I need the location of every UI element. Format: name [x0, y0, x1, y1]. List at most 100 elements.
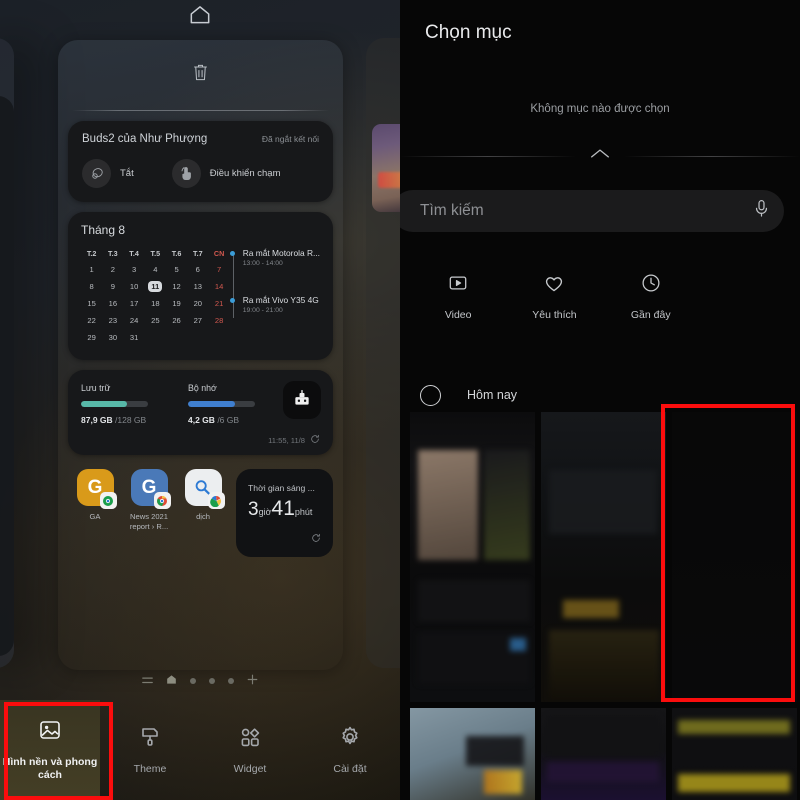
media-thumbnail[interactable]	[410, 708, 535, 800]
refresh-icon[interactable]	[311, 530, 321, 548]
calendar-day[interactable]: 11	[145, 278, 166, 295]
calendar-day[interactable]: 15	[81, 295, 102, 312]
storage-footer: 11:55, 11/8	[81, 434, 320, 446]
storage-widget[interactable]: Lưu trữ 87,9 GB /128 GB Bộ nhớ 4,2 GB /6…	[68, 370, 333, 455]
refresh-icon[interactable]	[310, 434, 320, 446]
nav-item-widget[interactable]: Widget	[200, 700, 300, 800]
calendar-day[interactable]: 19	[166, 295, 187, 312]
nav-label: Cài đặt	[333, 762, 367, 775]
media-thumbnail[interactable]	[672, 708, 797, 800]
nav-item-theme[interactable]: Theme	[100, 700, 200, 800]
calendar-day[interactable]	[187, 329, 208, 346]
picker-title: Chọn mục	[425, 22, 512, 43]
app-shortcut[interactable]: G GA	[68, 469, 122, 522]
calendar-day[interactable]: 8	[81, 278, 102, 295]
memory-value: 4,2 GB /6 GB	[188, 415, 295, 425]
app-shortcut[interactable]: dịch	[176, 469, 230, 522]
earbud-icon	[82, 159, 111, 188]
calendar-day[interactable]: 23	[102, 312, 123, 329]
calendar-day[interactable]: 31	[123, 329, 144, 346]
buds-touch-control-button[interactable]: Điều khiển chạm	[171, 159, 281, 188]
calendar-week: 22 23 24 25 26 27 28	[81, 312, 230, 329]
storage-label: Lưu trữ	[81, 383, 111, 393]
calendar-day[interactable]: 22	[81, 312, 102, 329]
screen-time-widget[interactable]: Thời gian sáng ... 3giờ41phút	[236, 469, 333, 557]
buds-power-label: Tắt	[120, 168, 134, 179]
calendar-day[interactable]: 14	[208, 278, 229, 295]
calendar-day[interactable]: 27	[187, 312, 208, 329]
plus-icon[interactable]	[247, 672, 258, 690]
calendar-day[interactable]: 18	[145, 295, 166, 312]
home-screen-editor-panel: Buds2 của Như Phượng Đã ngắt kết nối Tắt	[0, 0, 400, 800]
storage-used: 87,9 GB	[81, 415, 113, 425]
category-favorites[interactable]: Yêu thích	[506, 272, 602, 321]
calendar-day[interactable]	[145, 329, 166, 346]
app-label: GA	[89, 512, 101, 521]
calendar-day[interactable]: 2	[102, 261, 123, 278]
calendar-day[interactable]: 4	[145, 261, 166, 278]
calendar-event[interactable]: Ra mắt Vivo Y35 4G 19:00 - 21:00	[229, 295, 320, 314]
event-name: Ra mắt Vivo Y35 4G	[242, 295, 319, 305]
app-icon: G	[76, 469, 117, 509]
media-thumbnail[interactable]	[541, 708, 666, 800]
calendar-day[interactable]: 3	[123, 261, 144, 278]
category-video[interactable]: Video	[410, 272, 506, 321]
calendar-day-header: T.2	[86, 249, 97, 258]
calendar-day-header: T.4	[129, 249, 139, 258]
search-input[interactable]: Tìm kiếm	[400, 190, 784, 232]
calendar-day[interactable]: 28	[208, 312, 229, 329]
page-dot[interactable]	[190, 678, 196, 684]
storage-total: /128 GB	[115, 415, 147, 425]
calendar-day[interactable]: 20	[187, 295, 208, 312]
calendar-event[interactable]: Ra mắt Motorola R... 13:00 - 14:00	[229, 248, 320, 267]
calendar-day[interactable]: 7	[208, 261, 229, 278]
media-picker-panel: Chọn mục Không mục nào được chọn Tìm kiế…	[400, 0, 800, 800]
calendar-day[interactable]: 10	[123, 278, 144, 295]
calendar-day[interactable]: 1	[81, 261, 102, 278]
nav-item-wallpaper-and-style[interactable]: Hình nền và phong cách	[0, 700, 100, 800]
buds-power-button[interactable]: Tắt	[82, 159, 134, 188]
list-icon[interactable]	[142, 672, 153, 690]
calendar-week: 29 30 31	[81, 329, 230, 346]
calendar-day[interactable]: 30	[102, 329, 123, 346]
calendar-day[interactable]: 26	[166, 312, 187, 329]
home-indicator-icon	[0, 2, 400, 33]
media-thumbnail[interactable]	[410, 412, 535, 702]
buds-widget[interactable]: Buds2 của Như Phượng Đã ngắt kết nối Tắt	[68, 121, 333, 202]
calendar-day[interactable]: 5	[166, 261, 187, 278]
nav-label: Widget	[233, 762, 267, 775]
calendar-day[interactable]: 25	[145, 312, 166, 329]
buds-header: Buds2 của Như Phượng Đã ngắt kết nối	[82, 133, 319, 145]
app-shortcut[interactable]: G News 2021 report › R...	[122, 469, 176, 532]
media-thumbnail[interactable]	[672, 412, 797, 702]
page-dot[interactable]	[209, 678, 215, 684]
calendar-widget[interactable]: Tháng 8 T.2 T.3 T.4 T.5 T.6 T.7 CN 1 2 3 4 5 6 7 8 9 10 1…	[68, 212, 333, 360]
calendar-day[interactable]: 17	[123, 295, 144, 312]
microphone-icon[interactable]	[753, 199, 770, 223]
media-grid	[400, 412, 800, 800]
event-timeline-line	[232, 252, 234, 318]
category-recent[interactable]: Gần đây	[603, 272, 699, 321]
calendar-day[interactable]: 6	[187, 261, 208, 278]
calendar-day[interactable]: 29	[81, 329, 102, 346]
page-dot[interactable]	[228, 678, 234, 684]
calendar-grid[interactable]: T.2 T.3 T.4 T.5 T.6 T.7 CN 1 2 3 4 5 6 7 8 9 10 11 12 13 14 1…	[81, 246, 230, 346]
nav-item-settings[interactable]: Cài đặt	[300, 700, 400, 800]
home-page-card[interactable]: Buds2 của Như Phượng Đã ngắt kết nối Tắt	[58, 40, 343, 670]
calendar-day[interactable]: 13	[187, 278, 208, 295]
calendar-day[interactable]	[208, 329, 229, 346]
screen-time-hours: 3	[248, 499, 259, 520]
calendar-day[interactable]: 9	[102, 278, 123, 295]
media-thumbnail[interactable]	[541, 412, 666, 702]
calendar-day[interactable]: 12	[166, 278, 187, 295]
remove-page-button[interactable]	[58, 40, 343, 110]
circle-checkbox-icon[interactable]	[420, 384, 441, 406]
home-icon[interactable]	[166, 672, 177, 690]
calendar-day[interactable]: 24	[123, 312, 144, 329]
calendar-day[interactable]	[166, 329, 187, 346]
collapse-handle[interactable]	[584, 147, 616, 163]
event-time: 13:00 - 14:00	[242, 260, 283, 267]
calendar-day[interactable]: 21	[208, 295, 229, 312]
memory-clean-button[interactable]	[283, 381, 321, 419]
calendar-day[interactable]: 16	[102, 295, 123, 312]
